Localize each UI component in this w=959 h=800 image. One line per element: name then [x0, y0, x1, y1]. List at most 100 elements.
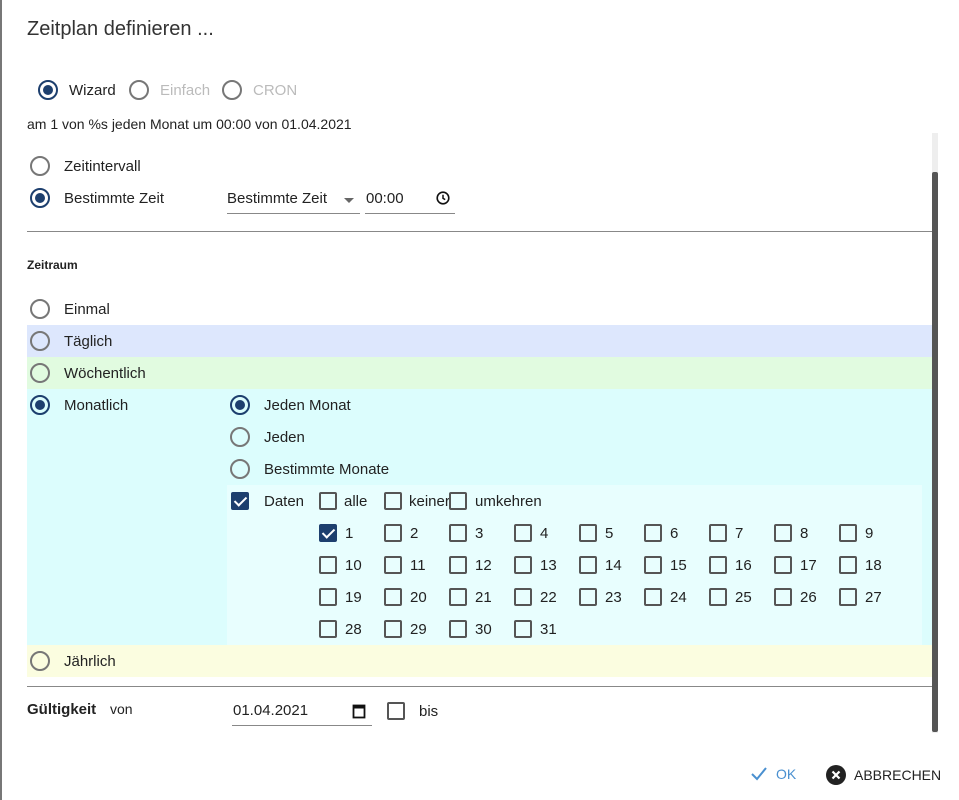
mode-label-cron: CRON [253, 82, 298, 99]
day-checkbox-11[interactable] [384, 556, 402, 574]
validity-from-value: 01.04.2021 [233, 702, 309, 719]
time-type-select-value: Bestimmte Zeit [227, 190, 328, 207]
mode-radio-wizard[interactable] [38, 80, 58, 100]
validity-label: Gültigkeit [27, 701, 97, 718]
calendar-icon[interactable] [352, 703, 366, 719]
mode-radio-einfach[interactable] [129, 80, 149, 100]
day-checkbox-7[interactable] [709, 524, 727, 542]
dates-checkbox[interactable] [231, 492, 249, 510]
day-checkbox-26[interactable] [774, 588, 792, 606]
validity-from-label: von [110, 701, 133, 717]
monthly-radio[interactable] [230, 395, 250, 415]
day-label-15: 15 [670, 557, 687, 574]
schedule-dialog: Zeitplan definieren ... Wizard Einfach CRO… [0, 0, 959, 800]
day-label-24: 24 [670, 589, 687, 606]
ok-button[interactable]: OK [750, 766, 796, 782]
time-type-select[interactable]: Bestimmte Zeit [227, 188, 360, 214]
period-label: Täglich [64, 333, 113, 350]
monthly-radio[interactable] [230, 459, 250, 479]
time-input[interactable]: 00:00 [365, 188, 455, 214]
chevron-down-icon [344, 198, 354, 203]
day-label-18: 18 [865, 557, 882, 574]
validity-from-date-input[interactable]: 01.04.2021 [232, 698, 372, 726]
day-label-23: 23 [605, 589, 622, 606]
day-label-3: 3 [475, 525, 484, 542]
period-band-2 [27, 357, 935, 389]
day-label-9: 9 [865, 525, 874, 542]
day-checkbox-6[interactable] [644, 524, 662, 542]
scrollbar-thumb[interactable] [932, 172, 938, 732]
radio-zeitintervall[interactable] [30, 156, 50, 176]
day-checkbox-9[interactable] [839, 524, 857, 542]
select-all-label: alle [344, 493, 368, 510]
day-checkbox-30[interactable] [449, 620, 467, 638]
period-radio[interactable] [30, 299, 50, 319]
day-label-14: 14 [605, 557, 622, 574]
day-label-4: 4 [540, 525, 549, 542]
day-label-22: 22 [540, 589, 557, 606]
day-label-1: 1 [345, 525, 354, 542]
cancel-button[interactable]: ABBRECHEN [826, 765, 941, 785]
day-checkbox-24[interactable] [644, 588, 662, 606]
day-checkbox-14[interactable] [579, 556, 597, 574]
day-label-12: 12 [475, 557, 492, 574]
period-radio[interactable] [30, 331, 50, 351]
monthly-label: Jeden Monat [264, 397, 351, 414]
day-checkbox-12[interactable] [449, 556, 467, 574]
schedule-summary: am 1 von %s jeden Monat um 00:00 von 01.… [27, 116, 352, 132]
day-checkbox-4[interactable] [514, 524, 532, 542]
day-checkbox-23[interactable] [579, 588, 597, 606]
day-checkbox-15[interactable] [644, 556, 662, 574]
dialog-title: Zeitplan definieren ... [27, 18, 214, 40]
check-icon [751, 767, 767, 781]
invert-label: umkehren [475, 493, 542, 510]
day-label-11: 11 [410, 557, 426, 574]
day-checkbox-16[interactable] [709, 556, 727, 574]
day-label-5: 5 [605, 525, 614, 542]
day-checkbox-29[interactable] [384, 620, 402, 638]
day-checkbox-31[interactable] [514, 620, 532, 638]
period-band-1 [27, 325, 935, 357]
day-checkbox-3[interactable] [449, 524, 467, 542]
zeitraum-heading: Zeitraum [27, 258, 78, 272]
day-checkbox-10[interactable] [319, 556, 337, 574]
day-label-28: 28 [345, 621, 362, 638]
day-checkbox-27[interactable] [839, 588, 857, 606]
select-all-checkbox[interactable] [319, 492, 337, 510]
mode-radio-cron[interactable] [222, 80, 242, 100]
day-checkbox-18[interactable] [839, 556, 857, 574]
day-label-8: 8 [800, 525, 809, 542]
period-radio[interactable] [30, 395, 50, 415]
day-checkbox-8[interactable] [774, 524, 792, 542]
clock-icon[interactable] [436, 191, 450, 205]
period-radio[interactable] [30, 363, 50, 383]
period-radio[interactable] [30, 651, 50, 671]
day-checkbox-19[interactable] [319, 588, 337, 606]
label-bestimmte-zeit: Bestimmte Zeit [64, 190, 165, 207]
day-checkbox-22[interactable] [514, 588, 532, 606]
invert-checkbox[interactable] [449, 492, 467, 510]
divider [27, 231, 935, 232]
validity-until-checkbox[interactable] [387, 702, 405, 720]
day-checkbox-13[interactable] [514, 556, 532, 574]
day-checkbox-21[interactable] [449, 588, 467, 606]
radio-bestimmte-zeit[interactable] [30, 188, 50, 208]
day-label-27: 27 [865, 589, 882, 606]
monthly-label: Jeden [264, 429, 305, 446]
day-checkbox-1[interactable] [319, 524, 337, 542]
select-none-checkbox[interactable] [384, 492, 402, 510]
day-checkbox-5[interactable] [579, 524, 597, 542]
day-checkbox-28[interactable] [319, 620, 337, 638]
divider [27, 686, 935, 687]
day-checkbox-20[interactable] [384, 588, 402, 606]
day-label-31: 31 [540, 621, 557, 638]
day-checkbox-17[interactable] [774, 556, 792, 574]
period-label: Monatlich [64, 397, 129, 414]
validity-until-label: bis [419, 703, 439, 720]
day-checkbox-2[interactable] [384, 524, 402, 542]
day-label-29: 29 [410, 621, 427, 638]
day-checkbox-25[interactable] [709, 588, 727, 606]
monthly-radio[interactable] [230, 427, 250, 447]
period-band-4 [27, 645, 935, 677]
cancel-button-label: ABBRECHEN [854, 767, 942, 783]
